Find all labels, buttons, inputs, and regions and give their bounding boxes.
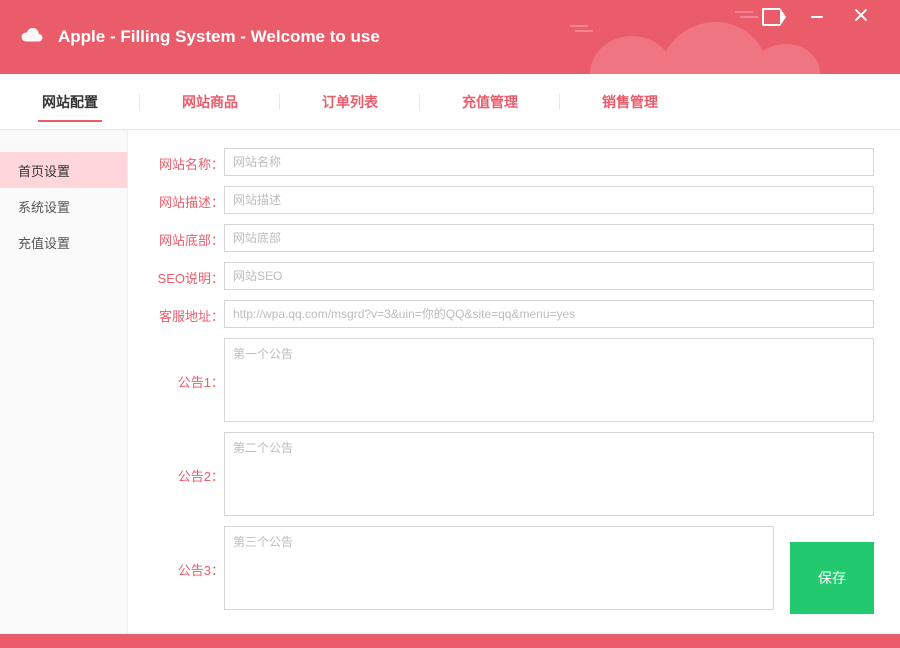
tab-label: 订单列表 [322, 94, 378, 110]
tab-label: 销售管理 [602, 94, 658, 110]
window-controls [762, 0, 900, 34]
textarea-notice3[interactable] [224, 526, 774, 610]
collapse-icon[interactable] [762, 8, 780, 26]
title-bar: Apple - Filling System - Welcome to use [0, 0, 900, 74]
minimize-icon[interactable] [808, 8, 826, 26]
sidebar-item-recharge-settings[interactable]: 充值设置 [0, 224, 127, 260]
label-notice2: 公告2： [146, 432, 224, 485]
tab-site-goods[interactable]: 网站商品 [170, 74, 250, 130]
input-site-desc[interactable] [224, 186, 874, 214]
tab-site-config[interactable]: 网站配置 [30, 74, 110, 130]
label-cs-url: 客服地址： [146, 300, 224, 325]
cloud-icon [20, 28, 44, 46]
app-title: Apple - Filling System - Welcome to use [58, 27, 380, 47]
row-notice1: 公告1： [146, 338, 874, 422]
tab-sales-mgmt[interactable]: 销售管理 [590, 74, 670, 130]
tab-recharge-mgmt[interactable]: 充值管理 [450, 74, 530, 130]
tab-order-list[interactable]: 订单列表 [310, 74, 390, 130]
label-notice1: 公告1： [146, 338, 224, 391]
content-body: 首页设置 系统设置 充值设置 网站名称： 网站描述： 网站底部： SEO说明： … [0, 130, 900, 634]
input-cs-url[interactable] [224, 300, 874, 328]
textarea-notice2[interactable] [224, 432, 874, 516]
input-site-footer[interactable] [224, 224, 874, 252]
footer-bar [0, 634, 900, 648]
textarea-notice1[interactable] [224, 338, 874, 422]
label-notice3: 公告3： [146, 526, 224, 579]
row-cs-url: 客服地址： [146, 300, 874, 328]
row-seo: SEO说明： [146, 262, 874, 290]
row-notice2: 公告2： [146, 432, 874, 516]
sidebar-item-system-settings[interactable]: 系统设置 [0, 188, 127, 224]
row-site-name: 网站名称： [146, 148, 874, 176]
tab-label: 网站配置 [42, 94, 98, 110]
form-area: 网站名称： 网站描述： 网站底部： SEO说明： 客服地址： 公告1： 公告2： [128, 130, 900, 634]
label-site-footer: 网站底部： [146, 224, 224, 249]
label-site-name: 网站名称： [146, 148, 224, 173]
label-site-desc: 网站描述： [146, 186, 224, 211]
sidebar-item-label: 首页设置 [18, 161, 70, 180]
close-icon[interactable] [854, 8, 872, 26]
save-button[interactable]: 保存 [790, 542, 874, 614]
row-notice3: 公告3： [146, 526, 874, 610]
label-seo: SEO说明： [146, 262, 224, 287]
sidebar-item-home-settings[interactable]: 首页设置 [0, 152, 127, 188]
sidebar-item-label: 系统设置 [18, 197, 70, 216]
row-site-footer: 网站底部： [146, 224, 874, 252]
tab-label: 网站商品 [182, 94, 238, 110]
sidebar-item-label: 充值设置 [18, 233, 70, 252]
input-site-name[interactable] [224, 148, 874, 176]
main-tabs: 网站配置 网站商品 订单列表 充值管理 销售管理 [0, 74, 900, 130]
sidebar: 首页设置 系统设置 充值设置 [0, 130, 128, 634]
tab-label: 充值管理 [462, 94, 518, 110]
input-seo[interactable] [224, 262, 874, 290]
row-site-desc: 网站描述： [146, 186, 874, 214]
